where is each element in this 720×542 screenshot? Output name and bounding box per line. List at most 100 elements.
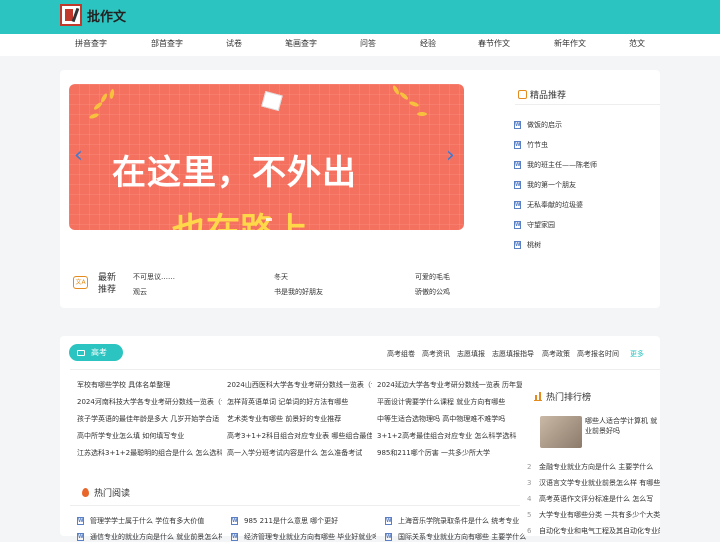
article-link[interactable]: 怎样背英语单词 记单词的好方法有哪些	[227, 397, 372, 407]
recommend-item[interactable]: W 守望家园	[514, 220, 555, 230]
word-doc-icon: W	[514, 141, 521, 149]
recommend-item-label: 守望家园	[527, 221, 555, 229]
word-doc-icon: W	[514, 181, 521, 189]
leaf-decoration	[109, 88, 115, 100]
hot-read-item-text: 国际关系专业就业方向有哪些 主要学什么	[398, 533, 527, 541]
nav-item-bihua[interactable]: 笔画查字	[285, 38, 317, 49]
leaf-decoration	[88, 112, 100, 120]
gaokao-link[interactable]: 志愿填报指导	[492, 349, 534, 359]
gaokao-link[interactable]: 志愿填报	[457, 349, 485, 359]
word-doc-icon: W	[514, 161, 521, 169]
recommend-item[interactable]: W 我的班主任——陈老师	[514, 160, 597, 170]
article-link[interactable]: 军校有哪些学校 具体名单整理	[77, 380, 222, 390]
hot-rank-title: 热门排行榜	[534, 390, 591, 403]
article-link[interactable]: 江苏选科3+1+2最聪明的组合是什么 怎么选科	[77, 448, 222, 458]
nav-item-shijuan[interactable]: 试卷	[226, 38, 242, 49]
main-nav: 拼音查字 部首查字 试卷 笔画查字 问答 经验 春节作文 新年作文 范文	[0, 34, 720, 56]
hot-read-item-text: 管理学学士属于什么 学位有多大价值	[90, 517, 205, 525]
nav-item-jingyan[interactable]: 经验	[420, 38, 436, 49]
hot-read-title-text: 热门阅读	[94, 489, 131, 499]
latest-item[interactable]: 可爱的毛毛	[415, 272, 450, 282]
nav-item-chunjie[interactable]: 春节作文	[478, 38, 510, 49]
nav-item-fanwen[interactable]: 范文	[629, 38, 645, 49]
rank-item-text: 自动化专业和电气工程及其自动化专业的区别	[539, 527, 660, 535]
recommend-item[interactable]: W 竹节虫	[514, 140, 548, 150]
word-doc-icon: W	[385, 517, 392, 525]
rank-item-text: 高考英语作文评分标准是什么 怎么写	[539, 495, 654, 503]
recommend-item-label: 无私奉献的垃圾婆	[527, 201, 583, 209]
divider	[515, 104, 660, 105]
gaokao-tag-label: 高考	[91, 348, 107, 357]
rank-number: 3	[527, 479, 532, 487]
article-link[interactable]: 高一入学分班考试内容是什么 怎么准备考试	[227, 448, 372, 458]
latest-item[interactable]: 书是我的好朋友	[274, 287, 323, 297]
nav-item-xinnian[interactable]: 新年作文	[554, 38, 586, 49]
recommend-item[interactable]: W 做饭的启示	[514, 120, 562, 130]
latest-item[interactable]: 不可思议……	[133, 272, 175, 282]
gaokao-tag[interactable]: 高考	[69, 344, 123, 361]
article-link[interactable]: 2024山西医科大学各专业考研分数线一览表（含2022-2023历年）	[227, 380, 372, 390]
hot-read-item[interactable]: W 上海音乐学院录取条件是什么 统考专业	[385, 516, 530, 526]
nav-item-wenda[interactable]: 问答	[360, 38, 376, 49]
hot-read-item[interactable]: W 管理学学士属于什么 学位有多大价值	[77, 516, 222, 526]
hot-read-item[interactable]: W 通信专业的就业方向是什么 就业前景怎么样	[77, 532, 222, 542]
site-logo[interactable]: 批作文	[60, 4, 126, 26]
recommend-item[interactable]: W 无私奉献的垃圾婆	[514, 200, 583, 210]
gaokao-link[interactable]: 高考资讯	[422, 349, 450, 359]
rank-item[interactable]: 5 大学专业有哪些分类 一共有多少个大类	[527, 510, 660, 520]
article-link[interactable]: 高考3+1+2科目组合对应专业表 哪些组合最佳	[227, 431, 372, 441]
recommend-item[interactable]: W 桃树	[514, 240, 541, 250]
logo-icon	[60, 4, 82, 26]
article-link[interactable]: 2024河南科技大学各专业考研分数线一览表（含历年）	[77, 397, 222, 407]
rank-thumbnail[interactable]	[540, 416, 582, 448]
word-doc-icon: W	[514, 121, 521, 129]
hot-read-item[interactable]: W 国际关系专业就业方向有哪些 主要学什么	[385, 532, 530, 542]
article-link[interactable]: 3+1+2高考最佳组合对应专业 怎么科学选科	[377, 431, 522, 441]
rank-item[interactable]: 6自动化专业和电气工程及其自动化专业的区别	[527, 526, 660, 536]
rank-number: 2	[527, 463, 532, 471]
gaokao-link[interactable]: 高考政策	[542, 349, 570, 359]
leaf-decoration	[398, 91, 410, 101]
more-link[interactable]: 更多	[630, 349, 644, 359]
rank-item[interactable]: 4 高考英语作文评分标准是什么 怎么写	[527, 494, 660, 504]
chevron-left-icon[interactable]: ‹	[74, 143, 83, 168]
gaokao-link[interactable]: 高考报名时间	[577, 349, 619, 359]
nav-item-bushou[interactable]: 部首查字	[151, 38, 183, 49]
latest-item[interactable]: 骄傲的公鸡	[415, 287, 450, 297]
rank-item[interactable]: 2 金融专业就业方向是什么 主要学什么	[527, 462, 660, 472]
latest-label: 最新推荐	[98, 273, 117, 295]
hot-read-item[interactable]: W 985 211是什么意思 哪个更好	[231, 516, 376, 526]
hot-read-item-text: 经济管理专业就业方向有哪些 毕业好就业吗	[244, 533, 376, 541]
article-link[interactable]: 孩子学英语的最佳年龄是多大 几岁开始学合适	[77, 414, 222, 424]
word-doc-icon: W	[231, 517, 238, 525]
article-link[interactable]: 高中所学专业怎么填 如何填写专业	[77, 431, 222, 441]
leaf-decoration	[408, 100, 420, 108]
recommend-item-label: 做饭的启示	[527, 121, 562, 129]
carousel-indicator[interactable]	[266, 218, 272, 221]
recommend-title-text: 精品推荐	[530, 91, 567, 101]
flame-icon	[82, 488, 89, 497]
rank-number: 4	[527, 495, 532, 503]
article-link[interactable]: 平面设计需要学什么课程 就业方向有哪些	[377, 397, 522, 407]
article-link[interactable]: 艺术类专业有哪些 前景好的专业推荐	[227, 414, 372, 424]
gaokao-link[interactable]: 高考组卷	[387, 349, 415, 359]
rank-top-caption[interactable]: 哪些人适合学计算机 就业前景好吗	[585, 416, 660, 436]
top-bar: 批作文	[0, 0, 720, 34]
word-doc-icon: W	[514, 241, 521, 249]
latest-item[interactable]: 冬天	[274, 272, 288, 282]
chevron-right-icon[interactable]: ›	[446, 143, 455, 168]
article-link[interactable]: 985和211哪个厉害 一共多少所大学	[377, 448, 522, 458]
recommend-item-label: 我的第一个朋友	[527, 181, 576, 189]
thumb-up-icon	[518, 90, 527, 99]
leaf-decoration	[99, 92, 109, 104]
nav-item-pinyin[interactable]: 拼音查字	[75, 38, 107, 49]
recommend-item[interactable]: W 我的第一个朋友	[514, 180, 576, 190]
rank-item-text: 大学专业有哪些分类 一共有多少个大类	[539, 511, 660, 519]
latest-news-icon: 文A	[73, 276, 88, 289]
rank-item[interactable]: 3 汉语言文学专业就业前景怎么样 有哪些就业方向	[527, 478, 660, 488]
rank-item-text: 汉语言文学专业就业前景怎么样 有哪些就业方向	[539, 479, 660, 487]
hot-read-item[interactable]: W 经济管理专业就业方向有哪些 毕业好就业吗	[231, 532, 376, 542]
article-link[interactable]: 中等生适合选物理吗 高中物理难不难学吗	[377, 414, 522, 424]
latest-item[interactable]: 观云	[133, 287, 147, 297]
article-link[interactable]: 2024延边大学各专业考研分数线一览表 历年复试	[377, 380, 522, 390]
